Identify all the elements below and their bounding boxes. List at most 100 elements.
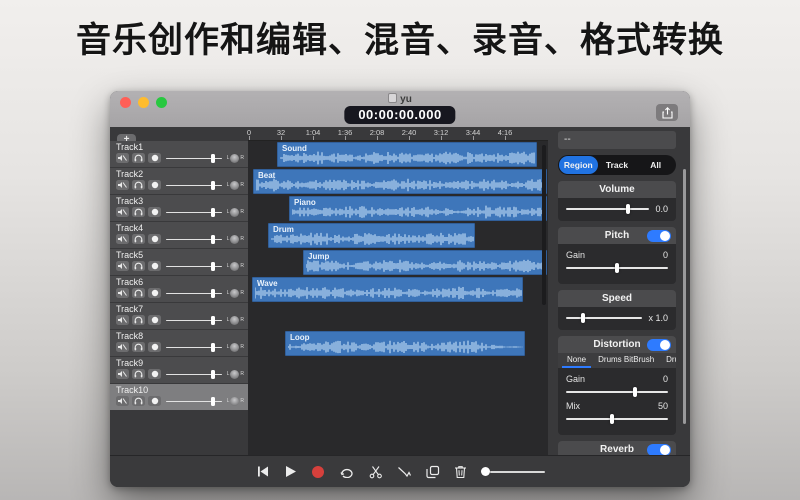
- track-name: Track6: [116, 277, 244, 287]
- cut-button[interactable]: [369, 465, 383, 479]
- timeline-scrollbar[interactable]: [542, 145, 546, 305]
- track-volume-slider[interactable]: [166, 154, 222, 163]
- track-row[interactable]: Track1: [110, 141, 248, 168]
- solo-headphones-button[interactable]: [132, 369, 145, 379]
- segment-all[interactable]: All: [636, 156, 675, 174]
- gain-slider[interactable]: [566, 387, 668, 397]
- pan-knob[interactable]: [230, 370, 239, 379]
- speed-value: x 1.0: [648, 313, 668, 323]
- loop-button[interactable]: [339, 465, 355, 478]
- pan-knob[interactable]: [230, 289, 239, 298]
- record-arm-button[interactable]: [148, 180, 161, 190]
- pan-right-label: R: [240, 344, 244, 350]
- mute-button[interactable]: [116, 288, 129, 298]
- track-volume-slider[interactable]: [166, 289, 222, 298]
- track-row[interactable]: Track2: [110, 168, 248, 195]
- pan-left-label: L: [227, 398, 230, 404]
- preset-tab[interactable]: Drums: [661, 353, 676, 368]
- preset-tab[interactable]: Drums BitBrush: [593, 353, 659, 368]
- solo-headphones-button[interactable]: [132, 396, 145, 406]
- waveform: [280, 151, 536, 165]
- audio-clip[interactable]: Loop: [285, 331, 525, 356]
- solo-headphones-button[interactable]: [132, 153, 145, 163]
- speed-slider[interactable]: [566, 313, 642, 323]
- record-arm-button[interactable]: [148, 342, 161, 352]
- track-row[interactable]: Track3: [110, 195, 248, 222]
- track-volume-slider[interactable]: [166, 343, 222, 352]
- mute-button[interactable]: [116, 342, 129, 352]
- pan-knob[interactable]: [230, 262, 239, 271]
- segment-region[interactable]: Region: [559, 156, 598, 174]
- delete-button[interactable]: [454, 465, 467, 479]
- pan-knob[interactable]: [230, 181, 239, 190]
- audio-clip[interactable]: Wave: [252, 277, 523, 302]
- pan-knob[interactable]: [230, 316, 239, 325]
- pan-knob[interactable]: [230, 235, 239, 244]
- gain-slider[interactable]: [566, 263, 668, 273]
- solo-headphones-button[interactable]: [132, 180, 145, 190]
- record-arm-button[interactable]: [148, 261, 161, 271]
- mute-button[interactable]: [116, 234, 129, 244]
- record-arm-button[interactable]: [148, 369, 161, 379]
- mute-button[interactable]: [116, 315, 129, 325]
- track-row[interactable]: Track10: [110, 384, 248, 411]
- segment-track[interactable]: Track: [598, 156, 637, 174]
- solo-headphones-button[interactable]: [132, 315, 145, 325]
- mute-button[interactable]: [116, 396, 129, 406]
- track-volume-slider[interactable]: [166, 370, 222, 379]
- reverb-toggle[interactable]: [647, 444, 671, 456]
- solo-headphones-button[interactable]: [132, 207, 145, 217]
- skip-to-start-button[interactable]: [256, 465, 270, 478]
- pan-knob[interactable]: [230, 208, 239, 217]
- mute-button[interactable]: [116, 207, 129, 217]
- volume-slider[interactable]: [566, 204, 649, 214]
- solo-headphones-button[interactable]: [132, 234, 145, 244]
- fade-tool-button[interactable]: [397, 465, 412, 478]
- audio-clip[interactable]: Jump: [303, 250, 547, 275]
- mix-slider[interactable]: [566, 414, 668, 424]
- audio-clip[interactable]: Piano: [289, 196, 547, 221]
- pan-knob[interactable]: [230, 397, 239, 406]
- output-volume-slider[interactable]: [481, 467, 545, 476]
- track-row[interactable]: Track7: [110, 303, 248, 330]
- mute-button[interactable]: [116, 369, 129, 379]
- copy-button[interactable]: [426, 465, 440, 479]
- clip-area[interactable]: Sound Beat Piano Drum Jump Wave Loop: [248, 141, 548, 455]
- record-button[interactable]: [311, 465, 325, 479]
- track-row[interactable]: Track9: [110, 357, 248, 384]
- preset-tab[interactable]: None: [562, 353, 591, 368]
- record-arm-button[interactable]: [148, 234, 161, 244]
- track-volume-slider[interactable]: [166, 181, 222, 190]
- solo-headphones-button[interactable]: [132, 288, 145, 298]
- mute-button[interactable]: [116, 180, 129, 190]
- mute-button[interactable]: [116, 261, 129, 271]
- track-volume-slider[interactable]: [166, 262, 222, 271]
- track-row[interactable]: Track4: [110, 222, 248, 249]
- mute-button[interactable]: [116, 153, 129, 163]
- pan-knob[interactable]: [230, 154, 239, 163]
- share-button[interactable]: [656, 104, 678, 121]
- pan-knob[interactable]: [230, 343, 239, 352]
- track-volume-slider[interactable]: [166, 235, 222, 244]
- pitch-toggle[interactable]: [647, 230, 671, 242]
- track-row[interactable]: Track5: [110, 249, 248, 276]
- play-button[interactable]: [284, 465, 297, 478]
- record-arm-button[interactable]: [148, 396, 161, 406]
- inspector-scrollbar[interactable]: [683, 169, 686, 424]
- track-volume-slider[interactable]: [166, 208, 222, 217]
- volume-slider-thumb[interactable]: [481, 467, 490, 476]
- solo-headphones-button[interactable]: [132, 342, 145, 352]
- distortion-toggle[interactable]: [647, 339, 671, 351]
- record-arm-button[interactable]: [148, 288, 161, 298]
- audio-clip[interactable]: Sound: [277, 142, 537, 167]
- solo-headphones-button[interactable]: [132, 261, 145, 271]
- audio-clip[interactable]: Beat: [253, 169, 547, 194]
- record-arm-button[interactable]: [148, 315, 161, 325]
- track-row[interactable]: Track6: [110, 276, 248, 303]
- audio-clip[interactable]: Drum: [268, 223, 475, 248]
- track-volume-slider[interactable]: [166, 316, 222, 325]
- track-row[interactable]: Track8: [110, 330, 248, 357]
- track-volume-slider[interactable]: [166, 397, 222, 406]
- record-arm-button[interactable]: [148, 153, 161, 163]
- record-arm-button[interactable]: [148, 207, 161, 217]
